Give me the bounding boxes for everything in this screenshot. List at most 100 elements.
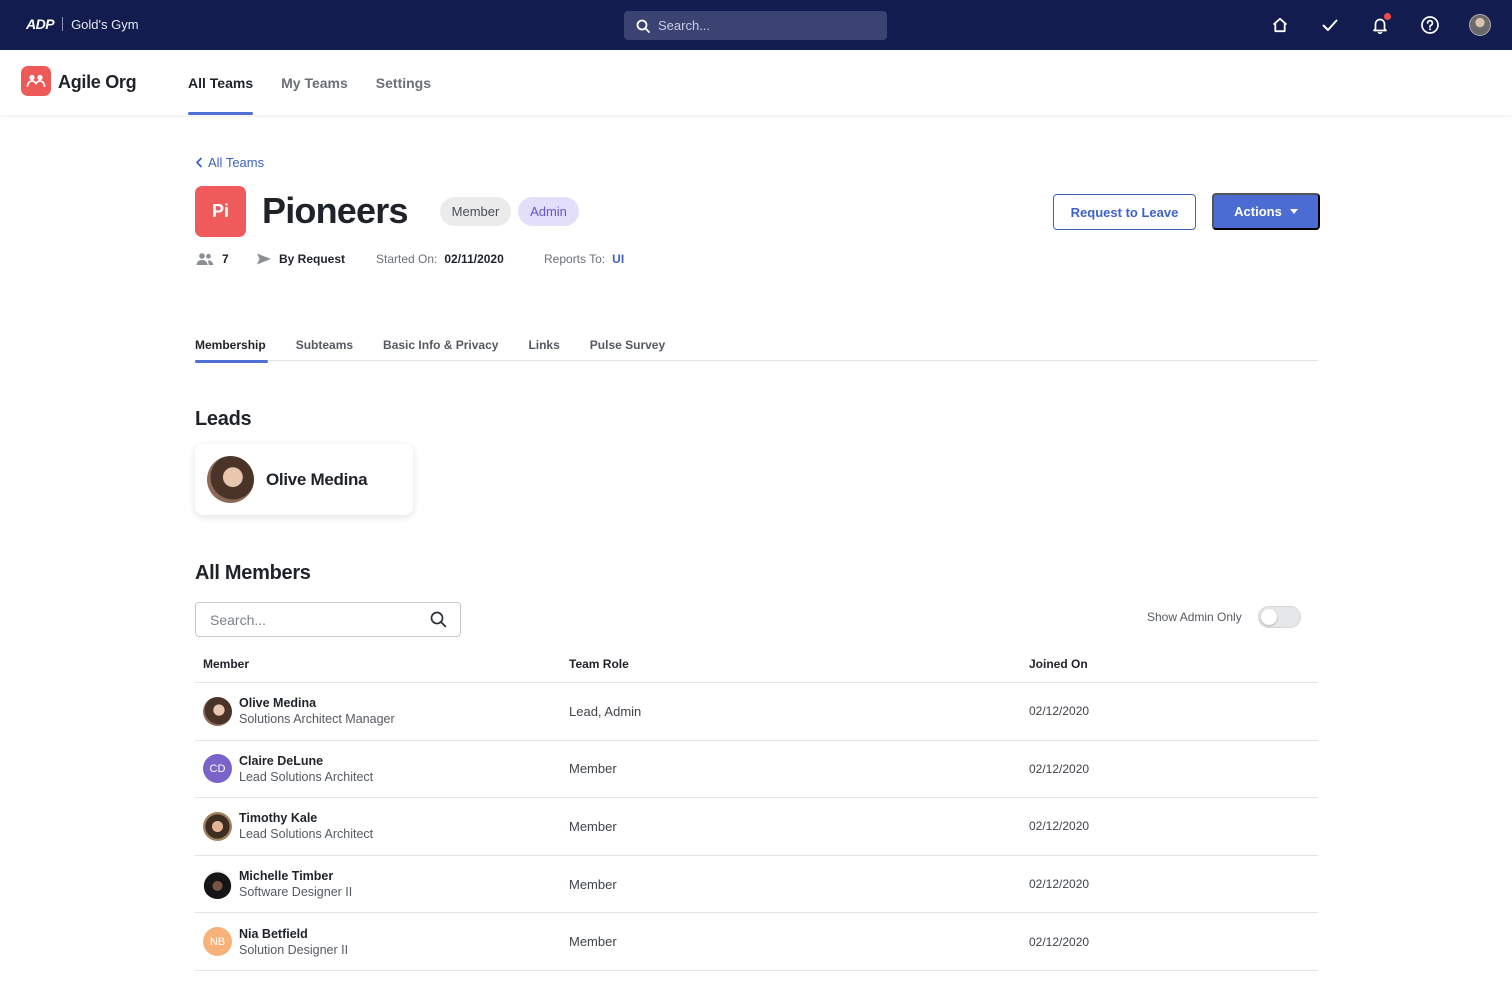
- show-admin-only: Show Admin Only: [1147, 606, 1301, 628]
- member-chip: Member: [440, 197, 511, 226]
- table-row[interactable]: CD Claire DeLune Lead Solutions Architec…: [195, 741, 1318, 799]
- member-title: Lead Solutions Architect: [239, 827, 374, 842]
- search-icon: [430, 611, 447, 628]
- member-count-value: 7: [222, 252, 229, 266]
- tab-subteams[interactable]: Subteams: [296, 333, 353, 361]
- joined-on: 02/12/2020: [1029, 819, 1090, 834]
- reports-to-link[interactable]: UI: [612, 252, 624, 266]
- member-cell: CD Claire DeLune Lead Solutions Architec…: [195, 753, 569, 785]
- lead-name: Olive Medina: [266, 469, 368, 489]
- table-row[interactable]: Michelle Timber Software Designer II Mem…: [195, 856, 1318, 914]
- joined-on: 02/12/2020: [1029, 934, 1090, 949]
- actions-button-label: Actions: [1234, 204, 1282, 219]
- search-icon: [636, 19, 650, 33]
- global-topbar: ADP Gold's Gym Search...: [0, 0, 1512, 50]
- joined-on: 02/12/2020: [1029, 877, 1090, 892]
- caret-down-icon: [1289, 209, 1298, 214]
- reports-to: Reports To: UI: [544, 252, 624, 266]
- app-header: Agile Org All Teams My Teams Settings: [0, 50, 1512, 115]
- member-name: Nia Betfield: [239, 926, 308, 941]
- send-icon: [257, 253, 271, 265]
- join-policy-value: By Request: [279, 252, 346, 266]
- breadcrumb-link: All Teams: [208, 155, 265, 170]
- app-title: Agile Org: [58, 72, 137, 92]
- admin-chip: Admin: [518, 197, 579, 226]
- started-on-label: Started On:: [376, 252, 438, 266]
- avatar: [203, 696, 232, 726]
- member-search-placeholder: Search...: [210, 611, 267, 628]
- all-members-heading: All Members: [195, 562, 311, 584]
- team-role: Member: [569, 876, 617, 892]
- bell-icon[interactable]: [1368, 13, 1392, 37]
- brand-divider: [62, 17, 64, 31]
- member-info: Timothy Kale Lead Solutions Architect: [239, 810, 373, 842]
- member-info: Nia Betfield Solution Designer II: [239, 926, 348, 958]
- tab-links[interactable]: Links: [528, 333, 559, 361]
- tab-pulse-survey[interactable]: Pulse Survey: [590, 333, 665, 361]
- member-count: 7: [195, 252, 229, 266]
- chevron-left-icon: [196, 157, 202, 168]
- team-badge: Pi: [195, 186, 246, 237]
- member-info: Olive Medina Solutions Architect Manager: [239, 695, 395, 727]
- help-icon[interactable]: [1418, 13, 1442, 37]
- member-cell: NB Nia Betfield Solution Designer II: [195, 926, 569, 958]
- table-row[interactable]: NB Nia Betfield Solution Designer II Mem…: [195, 913, 1318, 971]
- member-title: Lead Solutions Architect: [239, 769, 374, 784]
- notification-dot: [1384, 13, 1391, 20]
- company-name: Gold's Gym: [71, 16, 139, 32]
- global-search[interactable]: Search...: [624, 11, 887, 40]
- show-admin-only-toggle[interactable]: [1257, 606, 1301, 628]
- column-header-joined-on[interactable]: Joined On: [1029, 657, 1318, 671]
- member-info: Michelle Timber Software Designer II: [239, 868, 352, 900]
- page-title: Pioneers: [262, 190, 408, 231]
- nav-all-teams[interactable]: All Teams: [188, 50, 254, 115]
- people-icon: [196, 253, 214, 265]
- member-search-input[interactable]: Search...: [195, 602, 461, 637]
- actions-button[interactable]: Actions: [1212, 193, 1320, 230]
- member-cell: Olive Medina Solutions Architect Manager: [195, 695, 569, 727]
- join-policy: By Request: [256, 252, 345, 266]
- breadcrumb[interactable]: All Teams: [195, 155, 264, 170]
- top-icon-group: [1268, 13, 1492, 37]
- lead-card[interactable]: Olive Medina: [195, 444, 413, 515]
- global-search-placeholder: Search...: [658, 18, 711, 33]
- table-row[interactable]: Olive Medina Solutions Architect Manager…: [195, 683, 1318, 741]
- started-on: Started On: 02/11/2020: [376, 252, 504, 266]
- avatar: [203, 869, 232, 899]
- toggle-knob: [1260, 609, 1277, 625]
- team-role: Member: [569, 761, 617, 777]
- member-cell: Michelle Timber Software Designer II: [195, 868, 569, 900]
- table-header: Member Team Role Joined On: [195, 646, 1318, 683]
- column-header-member[interactable]: Member: [195, 657, 569, 671]
- team-role: Member: [569, 818, 617, 834]
- show-admin-only-label: Show Admin Only: [1147, 610, 1242, 624]
- brand[interactable]: ADP Gold's Gym: [26, 16, 139, 32]
- home-icon[interactable]: [1268, 13, 1292, 37]
- avatar: [207, 456, 254, 503]
- team-role: Member: [569, 934, 617, 950]
- joined-on: 02/12/2020: [1029, 704, 1090, 719]
- avatar: [203, 811, 232, 841]
- app-nav: All Teams My Teams Settings: [188, 50, 431, 115]
- leads-heading: Leads: [195, 408, 252, 430]
- check-icon[interactable]: [1318, 13, 1342, 37]
- joined-on: 02/12/2020: [1029, 761, 1090, 776]
- member-title: Software Designer II: [239, 885, 353, 900]
- member-title: Solution Designer II: [239, 942, 349, 957]
- member-name: Timothy Kale: [239, 811, 318, 826]
- table-row[interactable]: Timothy Kale Lead Solutions Architect Me…: [195, 798, 1318, 856]
- request-to-leave-button[interactable]: Request to Leave: [1053, 194, 1196, 230]
- member-cell: Timothy Kale Lead Solutions Architect: [195, 810, 569, 842]
- nav-settings[interactable]: Settings: [376, 50, 431, 115]
- column-header-team-role[interactable]: Team Role: [569, 657, 1029, 671]
- tab-basic-info-privacy[interactable]: Basic Info & Privacy: [383, 333, 498, 361]
- nav-my-teams[interactable]: My Teams: [281, 50, 348, 115]
- user-avatar[interactable]: [1468, 13, 1492, 37]
- adp-logo: ADP: [26, 16, 55, 32]
- team-role: Lead, Admin: [569, 703, 642, 719]
- tab-membership[interactable]: Membership: [195, 333, 268, 363]
- started-on-value: 02/11/2020: [444, 252, 504, 266]
- member-info: Claire DeLune Lead Solutions Architect: [239, 753, 373, 785]
- agile-org-logo-icon[interactable]: [21, 66, 51, 96]
- member-name: Olive Medina: [239, 696, 317, 711]
